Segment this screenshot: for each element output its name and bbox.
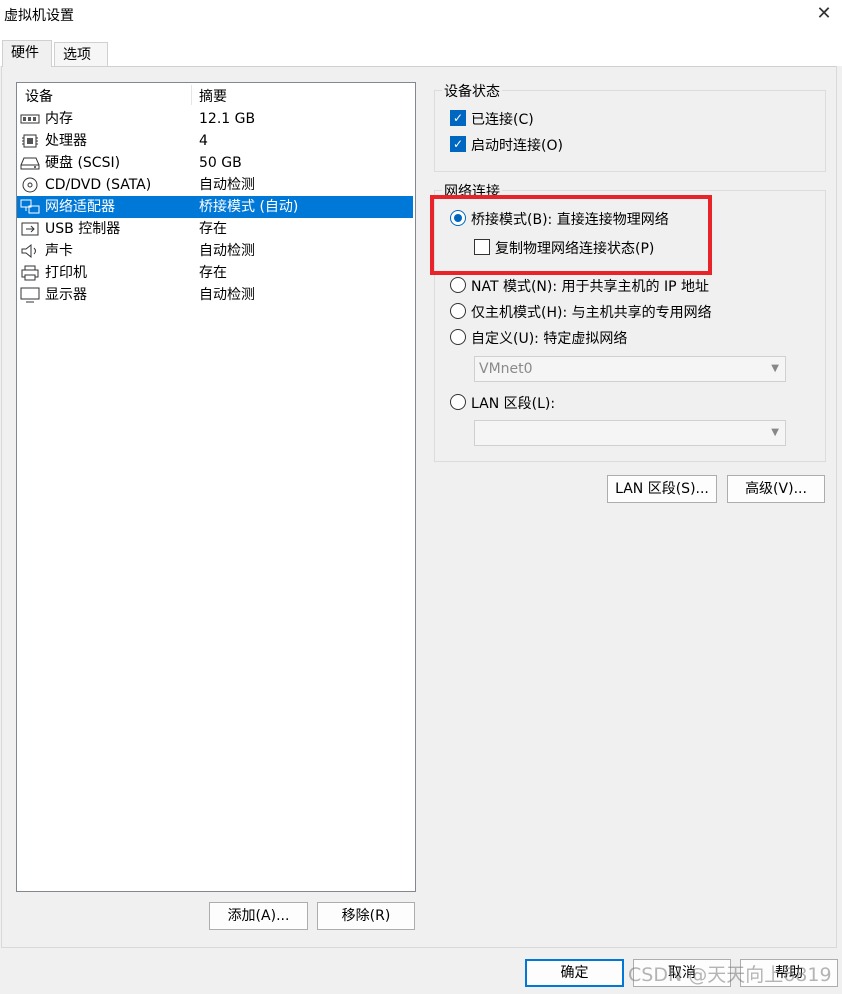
device-summary: 自动检测 — [199, 243, 255, 259]
custom-network-select[interactable]: VMnet0 ▼ — [474, 356, 786, 382]
nat-radio[interactable] — [450, 277, 466, 293]
memory-icon — [20, 114, 40, 124]
device-name: 显示器 — [45, 287, 87, 303]
device-row-processor[interactable]: 处理器 4 — [17, 130, 413, 152]
device-summary: 自动检测 — [199, 287, 255, 303]
ok-button[interactable]: 确定 — [525, 959, 624, 987]
chevron-down-icon: ▼ — [771, 363, 779, 374]
custom-radio[interactable] — [450, 329, 466, 345]
device-summary: 12.1 GB — [199, 111, 256, 127]
device-name: 处理器 — [45, 133, 87, 149]
host-only-radio[interactable] — [450, 303, 466, 319]
device-row-printer[interactable]: 打印机 存在 — [17, 262, 413, 284]
device-row-usb-controller[interactable]: USB 控制器 存在 — [17, 218, 413, 240]
tab-hardware[interactable]: 硬件 — [2, 40, 52, 67]
lan-segment-radio[interactable] — [450, 394, 466, 410]
device-row-cd-dvd[interactable]: CD/DVD (SATA) 自动检测 — [17, 174, 413, 196]
device-row-network-adapter[interactable]: 网络适配器 桥接模式 (自动) — [17, 196, 413, 218]
connect-at-power-on-checkbox[interactable]: ✓ — [450, 136, 466, 152]
sound-card-icon — [21, 243, 36, 259]
device-summary: 50 GB — [199, 155, 242, 171]
usb-icon — [21, 222, 39, 236]
device-summary: 存在 — [199, 265, 227, 281]
advanced-button[interactable]: 高级(V)... — [727, 475, 825, 503]
device-name: 声卡 — [45, 243, 73, 259]
device-list[interactable]: 设备 摘要 内存 12.1 GB 处理器 4 硬盘 (SCSI) 50 GB C… — [16, 82, 416, 892]
device-status-group — [434, 90, 826, 172]
column-header-summary[interactable]: 摘要 — [199, 86, 227, 106]
device-row-sound-card[interactable]: 声卡 自动检测 — [17, 240, 413, 262]
printer-icon — [21, 265, 39, 281]
tab-strip — [0, 30, 842, 66]
device-name: USB 控制器 — [45, 221, 121, 237]
column-header-device[interactable]: 设备 — [25, 86, 53, 106]
column-separator[interactable] — [191, 85, 192, 105]
remove-button[interactable]: 移除(R) — [317, 902, 415, 930]
lan-segment-select[interactable]: ▼ — [474, 420, 786, 446]
device-row-hard-disk[interactable]: 硬盘 (SCSI) 50 GB — [17, 152, 413, 174]
device-name: CD/DVD (SATA) — [45, 177, 152, 193]
add-button[interactable]: 添加(A)... — [209, 902, 308, 930]
connect-at-power-on-label[interactable]: 启动时连接(O) — [471, 135, 563, 155]
device-summary: 自动检测 — [199, 177, 255, 193]
device-summary: 存在 — [199, 221, 227, 237]
title-bar — [0, 0, 842, 30]
cd-dvd-icon — [22, 177, 38, 193]
device-list-header: 设备 摘要 — [17, 83, 415, 107]
chevron-down-icon: ▼ — [771, 427, 779, 438]
processor-icon — [22, 134, 38, 148]
device-status-title: 设备状态 — [442, 81, 502, 101]
connected-label[interactable]: 已连接(C) — [471, 109, 534, 129]
nat-label[interactable]: NAT 模式(N): 用于共享主机的 IP 地址 — [471, 276, 709, 296]
device-summary: 4 — [199, 133, 208, 149]
custom-label[interactable]: 自定义(U): 特定虚拟网络 — [471, 328, 627, 348]
connected-checkbox[interactable]: ✓ — [450, 110, 466, 126]
device-name: 硬盘 (SCSI) — [45, 155, 121, 171]
device-row-display[interactable]: 显示器 自动检测 — [17, 284, 413, 306]
device-name: 打印机 — [45, 265, 87, 281]
lan-segment-label[interactable]: LAN 区段(L): — [471, 393, 555, 413]
tab-options[interactable]: 选项 — [54, 42, 108, 66]
display-icon — [20, 287, 40, 303]
host-only-label[interactable]: 仅主机模式(H): 与主机共享的专用网络 — [471, 302, 712, 322]
device-summary: 桥接模式 (自动) — [199, 199, 299, 215]
device-name: 网络适配器 — [45, 199, 115, 215]
network-adapter-icon — [20, 199, 40, 214]
lan-segments-button[interactable]: LAN 区段(S)... — [607, 475, 717, 503]
watermark: CSDN @天天向上6819 — [628, 964, 832, 986]
hard-disk-icon — [20, 157, 40, 170]
device-name: 内存 — [45, 111, 73, 127]
custom-network-value: VMnet0 — [479, 361, 533, 377]
close-icon[interactable]: ✕ — [812, 2, 836, 26]
highlight-box — [430, 195, 712, 275]
window-title: 虚拟机设置 — [4, 8, 74, 24]
device-row-memory[interactable]: 内存 12.1 GB — [17, 108, 413, 130]
